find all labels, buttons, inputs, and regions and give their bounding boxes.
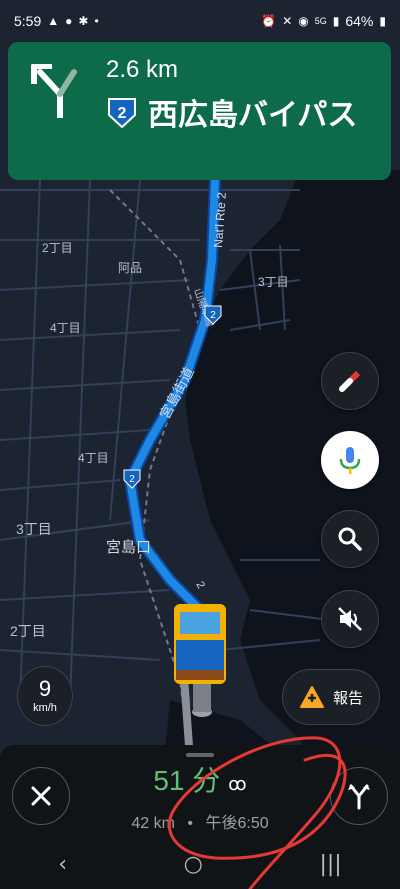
map-label-miyajimaguchi: 宮島口 [106,539,151,556]
dot-icon: • [94,14,99,28]
report-button[interactable]: 報告 [282,669,380,725]
status-bar: 5:59 ▲ ● ✱ • ⏰ ✕ ◉ 5G ▮ 64% ▮ [0,0,400,42]
navigation-arrow-icon: ▲ [47,14,60,28]
android-navigation-bar: ‹ ○ ||| [0,840,400,889]
cloud-icon: ✱ [78,14,89,28]
drag-handle[interactable] [186,753,214,757]
battery-icon: ▮ [379,14,386,28]
speedometer: 9 km/h [17,666,73,726]
speed-unit: km/h [33,702,57,714]
eta-separator: • [187,815,194,832]
report-label: 報告 [332,688,363,707]
eta-arrival-time: 午後6:50 [205,815,269,832]
back-button[interactable]: ‹ [58,852,67,877]
location-icon: ◉ [298,14,309,28]
status-right-icons: ⏰ ✕ ◉ 5G ▮ 64% ▮ [261,13,386,29]
recents-button[interactable]: ||| [319,852,341,877]
sound-off-icon [338,607,362,631]
mute-icon: ✕ [282,14,293,28]
speed-value: 9 [38,676,52,701]
maneuver-distance: 2.6 km [106,56,179,83]
map-label-agata: 阿品 [118,261,142,275]
chat-icon: ● [65,14,73,28]
search-icon [338,527,362,551]
eta-distance: 42 km [131,815,175,832]
report-warning-icon [299,686,324,708]
compass-icon [339,370,361,392]
alternate-routes-icon [348,784,370,810]
map-label-district: 3丁目 [258,275,289,289]
map-label-district: 4丁目 [50,321,81,335]
status-time: 5:59 [14,13,42,29]
map-label-district: 2丁目 [42,241,73,255]
status-left-icons: ▲ ● ✱ • [47,14,98,28]
map-label-district: 4丁目 [78,451,109,465]
street-name: 西広島バイパス [148,98,358,133]
map-label-district: 2丁目 [10,623,46,639]
alarm-icon: ⏰ [261,14,277,28]
signal-icon: ▮ [332,14,340,28]
map-label-district: 3丁目 [16,521,52,537]
battery-level: 64% [345,13,374,29]
compass-button[interactable] [321,352,379,410]
alternate-routes-button[interactable] [330,767,388,825]
voice-search-button[interactable] [321,431,379,489]
navigation-instruction-banner[interactable]: 2.6 km 2 西広島バイパス [8,42,391,180]
svg-text:2: 2 [210,310,216,321]
microphone-icon [339,447,361,474]
svg-text:2: 2 [129,474,135,485]
home-button[interactable]: ○ [184,852,203,877]
route-info-icon: ꝏ [228,774,247,794]
search-button[interactable] [321,510,379,568]
network-type: 5G [314,16,327,26]
sound-toggle-button[interactable] [321,590,379,648]
